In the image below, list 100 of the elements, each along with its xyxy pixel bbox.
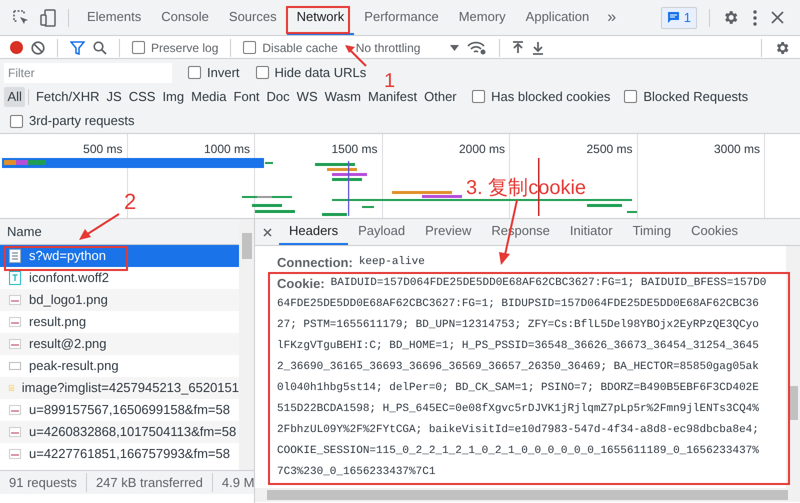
type-filter-button[interactable]: WS [293,86,322,106]
checkbox[interactable]: Hide data URLs [256,62,366,82]
type-filter-button[interactable]: All [4,86,26,106]
message-count: 1 [684,8,691,27]
checkbox-label: 3rd-party requests [29,112,134,130]
search-icon[interactable] [93,40,107,54]
request-name: result@2.png [29,335,107,354]
panel-tab[interactable]: Application [516,0,600,35]
type-filter-button[interactable]: Font [230,86,264,106]
scrollbar-thumb[interactable] [242,233,252,259]
request-name: s?wd=python [29,247,106,266]
header-value: 64FDE25DE5DD0E68AF62CBC3627:FG=1; BIDUPSID=157D064FDE25DE5DD0E68AF62CBC36 [277,297,759,312]
checkbox[interactable]: 3rd-party requests [10,111,134,131]
detail-tab[interactable]: Headers [279,219,348,245]
filter-icon[interactable] [70,40,85,54]
type-filter-button[interactable]: Media [188,86,230,106]
image-file-icon [9,449,21,459]
checkbox-box[interactable] [472,90,486,103]
timeline-tick-label: 1000 ms [204,141,251,154]
timeline-tick-label: 2000 ms [458,141,506,154]
device-icon[interactable] [40,8,58,26]
header-value: COOKIE_SESSION=115_0_2_2_1_2_1_0_2_1_0_0_0_0_0_0_1655611189_0_1656233437% [277,444,759,460]
checkbox-label: Hide data URLs [274,64,366,82]
header-value: 2_36690_36165_36693_36696_36569_36657_26350_36469; BA_HECTOR=85850gag05ak [277,360,759,376]
panel-tab[interactable]: Performance [354,0,449,35]
request-name: peak-result.png [29,357,119,376]
checkbox[interactable]: Has blocked cookies [472,86,610,106]
header-value: keep-alive [358,255,425,270]
checkbox[interactable]: Invert [188,62,240,82]
record-button[interactable] [10,41,23,54]
header-value: lFKzgVTguBEHI:C; BD_HOME=1; H_PS_PSSID=36548_36626_36673_36454_31254_3645 [277,339,759,354]
request-row[interactable]: result@2.png [0,333,239,355]
detail-tab[interactable]: Payload [348,219,416,245]
header-value: 7C3%230_0_1656233437%7C1 [277,465,436,480]
checkbox-box[interactable] [256,66,269,79]
message-icon [666,11,680,24]
name-column-header[interactable]: Name [0,219,239,245]
request-row[interactable]: image?imglist=4257945213_6520151 [0,377,239,399]
type-filter-button[interactable]: CSS [125,86,159,106]
checkbox-box[interactable] [188,66,201,79]
messages-badge[interactable]: 1 [660,6,697,28]
panel-tab[interactable]: Memory [448,0,516,35]
document-icon [9,249,21,263]
panel-tab[interactable]: Console [151,0,219,35]
type-filter-button[interactable]: Other [420,86,460,106]
upload-icon[interactable] [512,40,524,54]
image-file-icon [9,317,21,327]
close-icon[interactable] [771,11,784,24]
checkbox-label: Preserve log [151,40,218,56]
header-value: BAIDUID=157D064FDE25DE5DD0E68AF62CBC3627:FG=1; BAIDUID_BFESS=157D0 [330,276,766,292]
header-name: Connection: [277,254,353,272]
panel-tab[interactable]: Elements [77,0,152,35]
panel-tab[interactable]: Sources [218,0,287,35]
type-filter-button[interactable]: Fetch/XHR [32,86,104,106]
header-value: 2FbhzUL09Y%2F%2FYtCGA; baikeVisitId=e10d7983-547d-4f34-a8d8-ec98dbcba8e4; [277,423,759,438]
timeline-tick-label: 3000 ms [714,141,761,154]
checkbox-label: Blocked Requests [643,88,748,106]
request-name: iconfont.woff2 [29,269,109,288]
image-file-icon [9,295,21,305]
more-options-icon[interactable] [753,10,757,26]
type-filter-button[interactable]: JS [103,86,126,106]
request-row[interactable]: u=4260832868,1017504113&fm=58 [0,421,239,443]
checkbox-box[interactable] [10,114,23,128]
network-conditions-icon[interactable] [467,40,488,54]
horizontal-scrollbar[interactable] [255,488,800,502]
panel-tab[interactable]: Network [286,0,354,35]
filter-field[interactable]: Filter [4,62,172,82]
checkbox-box[interactable] [132,41,145,54]
checkbox-label: Invert [207,64,240,82]
request-name: result.png [29,313,86,332]
more-tabs-button[interactable]: » [599,0,624,35]
request-name: u=899157567,1650699158&fm=58 [29,401,230,420]
timeline-tick-label: 500 ms [83,141,124,154]
request-name: image?imglist=4257945213_6520151 [22,379,239,398]
type-filter-button[interactable]: Img [158,86,188,106]
header-name: Cookie: [277,274,325,293]
image-file-icon [9,405,21,415]
request-row[interactable]: s?wd=python [0,245,239,267]
checkbox-label: Disable cache [262,40,338,56]
scrollbar[interactable] [239,219,254,470]
detail-tab[interactable]: Cookies [681,219,748,245]
inspect-icon[interactable] [12,8,30,26]
close-icon [262,228,272,236]
checkbox[interactable]: Preserve log [132,38,218,56]
settings-icon[interactable] [774,40,790,56]
download-icon[interactable] [532,40,544,54]
detail-tab[interactable]: Initiator [560,219,623,245]
type-filter-button[interactable]: Wasm [321,86,364,106]
request-row[interactable]: bd_logo1.png [0,289,239,311]
throttling-select[interactable]: No throttling [356,38,460,56]
checkbox[interactable]: Blocked Requests [624,86,748,106]
scrollbar-thumb[interactable] [267,490,788,500]
image-file-icon [9,339,21,349]
detail-tab[interactable]: Preview [415,219,482,245]
checkbox-box[interactable] [243,41,256,54]
type-filter-button[interactable]: Doc [263,86,294,106]
detail-tab[interactable]: Timing [622,219,682,245]
clear-icon[interactable] [31,40,45,54]
checkbox-box[interactable] [624,90,638,103]
checkbox[interactable]: Disable cache [243,38,338,56]
